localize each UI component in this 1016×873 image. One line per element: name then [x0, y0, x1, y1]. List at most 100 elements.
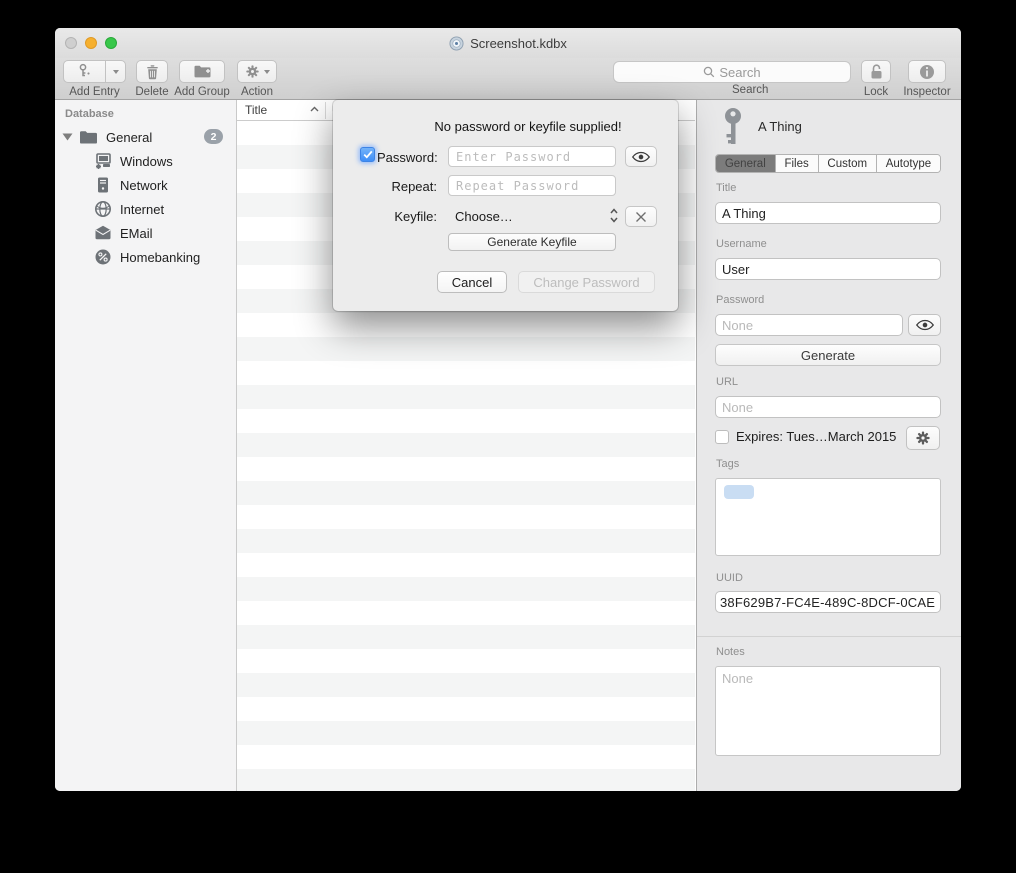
- envelope-icon: [94, 224, 112, 242]
- password-label: Password:: [377, 150, 437, 165]
- add-entry-dropdown[interactable]: [105, 60, 126, 83]
- repeat-password-field[interactable]: [448, 175, 616, 196]
- document-icon: [449, 36, 464, 51]
- search-placeholder: Search: [719, 65, 760, 80]
- search-icon: [703, 66, 715, 78]
- eye-icon: [632, 151, 650, 163]
- delete-button[interactable]: [136, 60, 168, 83]
- url-field[interactable]: [715, 396, 941, 418]
- column-divider[interactable]: [325, 102, 326, 119]
- gear-icon: [245, 64, 260, 79]
- app-window: Screenshot.kdbx Add En: [55, 28, 961, 791]
- padlock-open-icon: [869, 63, 884, 80]
- server-icon: [94, 176, 112, 194]
- key-icon: [718, 107, 749, 147]
- tag-token[interactable]: [724, 485, 754, 499]
- delete-label: Delete: [135, 86, 168, 98]
- tags-field[interactable]: [715, 478, 941, 556]
- enter-password-field[interactable]: [448, 146, 616, 167]
- column-header-title[interactable]: Title: [245, 103, 267, 117]
- sidebar-item-general[interactable]: General 2: [55, 125, 236, 149]
- sidebar: Database General 2 Windows: [55, 100, 237, 791]
- checkmark-icon: [363, 150, 373, 159]
- chevron-down-icon: [113, 70, 119, 74]
- reveal-password-button[interactable]: [908, 314, 941, 336]
- tab-custom[interactable]: Custom: [819, 155, 877, 172]
- generate-password-button[interactable]: Generate: [715, 344, 941, 366]
- tab-files[interactable]: Files: [776, 155, 819, 172]
- password-checkbox[interactable]: [360, 147, 375, 162]
- inspector-panel: A Thing General Files Custom Autotype Ti…: [696, 100, 961, 791]
- generate-keyfile-button[interactable]: Generate Keyfile: [448, 233, 616, 251]
- repeat-label: Repeat:: [377, 179, 437, 194]
- expires-settings-button[interactable]: [906, 426, 940, 450]
- uuid-field[interactable]: [715, 591, 941, 613]
- password-field[interactable]: [715, 314, 903, 336]
- entry-title: A Thing: [758, 119, 802, 134]
- lock-label: Lock: [864, 86, 888, 98]
- sidebar-item-label: General: [106, 130, 152, 145]
- group-count-badge: 2: [204, 129, 223, 144]
- chevron-down-icon: [264, 70, 270, 74]
- action-button[interactable]: [237, 60, 277, 83]
- info-icon: [919, 64, 935, 80]
- reveal-password-button[interactable]: [625, 146, 657, 167]
- notes-field[interactable]: [715, 666, 941, 756]
- tab-general[interactable]: General: [716, 155, 776, 172]
- inspector-tabs: General Files Custom Autotype: [715, 154, 941, 173]
- username-field[interactable]: [715, 258, 941, 280]
- lock-button[interactable]: [861, 60, 891, 83]
- sidebar-item-internet[interactable]: Internet: [55, 197, 236, 221]
- windows-computer-icon: [94, 152, 112, 170]
- sidebar-item-email[interactable]: EMail: [55, 221, 236, 245]
- globe-icon: [94, 200, 112, 218]
- disclosure-triangle-icon[interactable]: [63, 134, 73, 141]
- sidebar-item-label: Homebanking: [120, 250, 200, 265]
- cancel-button[interactable]: Cancel: [437, 271, 507, 293]
- expires-checkbox[interactable]: [715, 430, 729, 444]
- notes-label: Notes: [716, 646, 745, 658]
- folder-plus-icon: [193, 64, 212, 79]
- sidebar-item-windows[interactable]: Windows: [55, 149, 236, 173]
- percent-circle-icon: [94, 248, 112, 266]
- title-field[interactable]: [715, 202, 941, 224]
- tags-label: Tags: [716, 458, 739, 470]
- title-label: Title: [716, 182, 736, 194]
- close-x-icon: [635, 211, 647, 223]
- folder-icon: [79, 129, 98, 146]
- uuid-label: UUID: [716, 572, 743, 584]
- sidebar-item-network[interactable]: Network: [55, 173, 236, 197]
- key-plus-icon: [76, 63, 93, 80]
- password-label: Password: [716, 294, 764, 306]
- popup-stepper-icon[interactable]: [609, 207, 619, 224]
- sidebar-section-header: Database: [65, 108, 114, 120]
- add-entry-button[interactable]: [63, 60, 126, 83]
- section-divider: [697, 636, 961, 637]
- change-password-dialog: No password or keyfile supplied! Passwor…: [333, 100, 678, 311]
- sidebar-item-label: Windows: [120, 154, 173, 169]
- window-title: Screenshot.kdbx: [470, 36, 567, 51]
- keyfile-popup[interactable]: Choose…: [455, 209, 513, 224]
- sidebar-item-label: Network: [120, 178, 168, 193]
- add-entry-label: Add Entry: [69, 86, 120, 98]
- inspector-button[interactable]: [908, 60, 946, 83]
- gear-icon: [915, 430, 931, 446]
- clear-keyfile-button[interactable]: [625, 206, 657, 227]
- eye-icon: [916, 319, 934, 331]
- expires-label: Expires: Tues…March 2015: [736, 429, 896, 444]
- sidebar-item-label: Internet: [120, 202, 164, 217]
- sort-ascending-icon: [310, 106, 319, 112]
- sidebar-item-homebanking[interactable]: Homebanking: [55, 245, 236, 269]
- action-label: Action: [241, 86, 273, 98]
- add-group-button[interactable]: [179, 60, 225, 83]
- trash-icon: [145, 64, 160, 80]
- tab-autotype[interactable]: Autotype: [877, 155, 940, 172]
- username-label: Username: [716, 238, 767, 250]
- search-input[interactable]: Search: [613, 61, 851, 83]
- change-password-button[interactable]: Change Password: [518, 271, 655, 293]
- add-group-label: Add Group: [174, 86, 230, 98]
- search-label: Search: [732, 84, 768, 96]
- url-label: URL: [716, 376, 738, 388]
- inspector-label: Inspector: [903, 86, 950, 98]
- keyfile-label: Keyfile:: [377, 209, 437, 224]
